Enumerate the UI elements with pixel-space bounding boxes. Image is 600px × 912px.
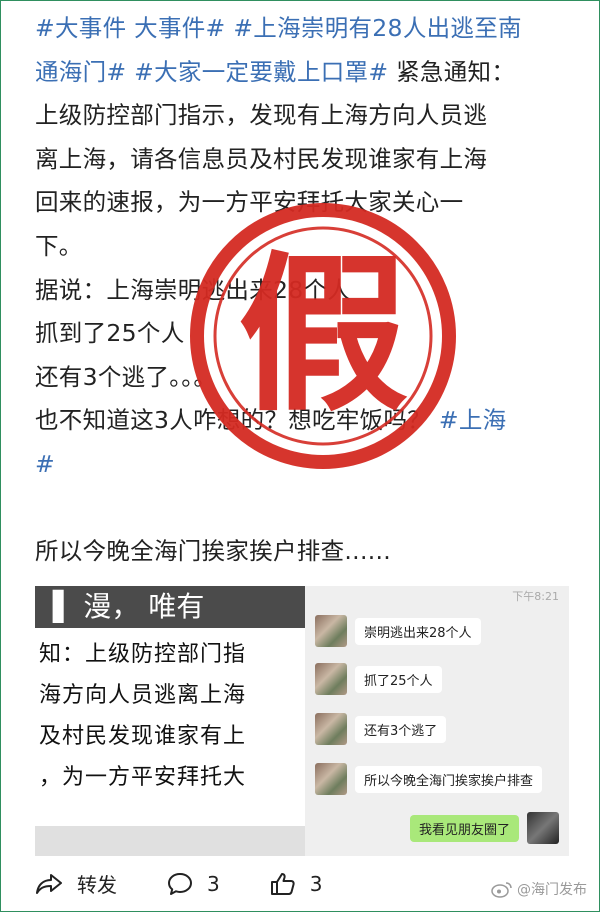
chat-message: 所以今晚全海门挨家挨户排查 (315, 762, 543, 796)
comment-button[interactable]: 3 (167, 872, 220, 896)
notice-text: 知：上级防控部门指 海方向人员逃离上海 及村民发现谁家有上 ，为一方平安拜托大 (39, 634, 246, 798)
avatar (315, 663, 347, 695)
hashtag[interactable]: # (35, 450, 55, 478)
post-text: 紧急通知： (388, 57, 516, 86)
watermark-text: @海门发布 (517, 882, 587, 898)
chat-message: 还有3个逃了 (315, 712, 447, 746)
post-body: #大事件 大事件# #上海崇明有28人出逃至南 通海门# #大家一定要戴上口罩#… (35, 7, 585, 574)
chat-bubble: 还有3个逃了 (355, 715, 447, 743)
chat-message: 抓了25个人 (315, 662, 442, 696)
chat-message-mine: 我看见朋友圈了 (409, 812, 559, 844)
post-text: 也不知道这3人咋想的？想吃牢饭吗？ (35, 406, 432, 435)
post-text: 还有3个逃了。。。 (35, 362, 218, 391)
post-text: 离上海，请各信息员及村民发现谁家有上海 (35, 144, 488, 173)
post-text: 所以今晚全海门挨家挨户排查...... (35, 537, 392, 566)
post-text: 回来的速报，为一方平安拜托大家关心一 (35, 188, 464, 217)
notice-header-bar: ▌ 漫， 唯有 (35, 586, 305, 628)
post-text: 据说：上海崇明逃出来28个人 (35, 275, 352, 304)
forward-label: 转发 (77, 873, 117, 897)
thumbs-up-icon (270, 872, 295, 895)
post-line: 上级防控部门指示，发现有上海方向人员逃 (35, 94, 585, 138)
post-line: 离上海，请各信息员及村民发现谁家有上海 (35, 138, 585, 182)
notice-bottom-strip (35, 826, 305, 856)
watermark: @海门发布 (491, 879, 587, 899)
post-text: 抓到了25个人 (35, 319, 185, 348)
avatar (315, 615, 347, 647)
chat-bubble: 崇明逃出来28个人 (355, 617, 481, 645)
post-text: 上级防控部门指示，发现有上海方向人员逃 (35, 101, 488, 130)
post-line: 还有3个逃了。。。 (35, 356, 585, 400)
forward-button[interactable]: 转发 (35, 869, 117, 898)
notice-line: 海方向人员逃离上海 (39, 683, 247, 708)
page: #大事件 大事件# #上海崇明有28人出逃至南 通海门# #大家一定要戴上口罩#… (0, 0, 600, 912)
notice-line: ，为一方平安拜托大 (39, 765, 247, 790)
action-bar: 转发 3 3 (35, 869, 372, 898)
notice-line: 知：上级防控部门指 (39, 642, 247, 667)
post-line: 回来的速报，为一方平安拜托大家关心一 (35, 181, 585, 225)
attached-image-notice[interactable]: ▌ 漫， 唯有 知：上级防控部门指 海方向人员逃离上海 及村民发现谁家有上 ，为… (35, 586, 305, 856)
comment-icon (168, 872, 192, 895)
post-line: 通海门# #大家一定要戴上口罩# 紧急通知： (35, 51, 585, 95)
post-line: # (35, 443, 585, 487)
post-line: 下。 (35, 225, 585, 269)
post-line: 也不知道这3人咋想的？想吃牢饭吗？ #上海 (35, 399, 585, 443)
chat-message: 崇明逃出来28个人 (315, 614, 481, 648)
avatar (527, 812, 559, 844)
chat-bubble: 所以今晚全海门挨家挨户排查 (355, 765, 543, 793)
hashtag[interactable]: #大事件 大事件# #上海崇明有28人出逃至南 (35, 14, 522, 42)
post-line: 抓到了25个人 (35, 312, 585, 356)
attached-image-chat[interactable]: 下午8:21 崇明逃出来28个人 抓了25个人 还有3个逃了 所以今晚全海门挨家… (305, 586, 569, 856)
avatar (315, 713, 347, 745)
share-icon (36, 873, 62, 894)
post-line: 所以今晚全海门挨家挨户排查...... (35, 530, 585, 574)
comment-count: 3 (207, 871, 220, 896)
like-button[interactable]: 3 (270, 871, 323, 896)
hashtag[interactable]: 通海门# #大家一定要戴上口罩# (35, 58, 388, 86)
post-line: 据说：上海崇明逃出来28个人 (35, 269, 585, 313)
hashtag[interactable]: #上海 (439, 406, 507, 434)
avatar (315, 763, 347, 795)
post-text: 下。 (35, 231, 83, 260)
weibo-logo-icon (491, 882, 512, 898)
notice-line: 及村民发现谁家有上 (39, 724, 247, 749)
post-line: #大事件 大事件# #上海崇明有28人出逃至南 (35, 7, 585, 51)
chat-bubble: 我看见朋友圈了 (409, 814, 519, 842)
like-count: 3 (309, 871, 323, 896)
post-line-blank (35, 487, 585, 531)
chat-time: 下午8:21 (512, 590, 559, 603)
chat-bubble: 抓了25个人 (355, 665, 442, 693)
